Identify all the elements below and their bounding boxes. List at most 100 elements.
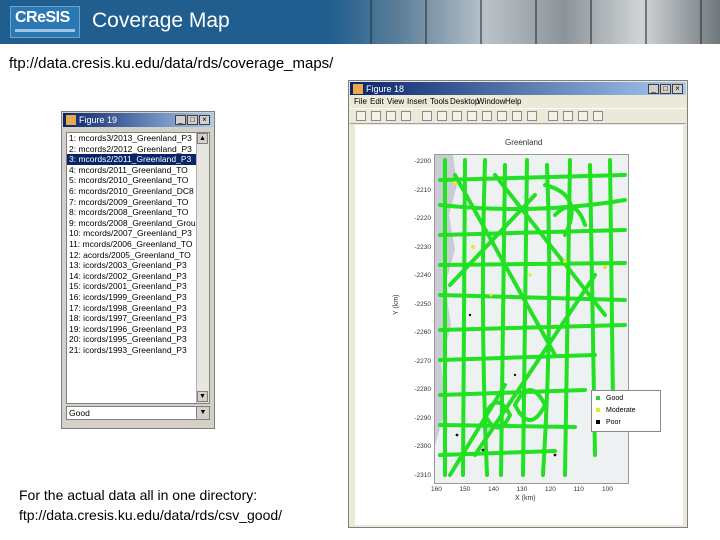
csv-good-url[interactable]: ftp://data.cresis.ku.edu/data/rds/csv_go…	[19, 505, 282, 525]
legend-entry: Moderate	[596, 405, 636, 417]
list-item[interactable]: 3: mcords2/2011_Greenland_P3	[67, 154, 197, 165]
legend-icon[interactable]	[563, 111, 573, 121]
close-button[interactable]: ×	[672, 84, 683, 94]
scroll-down-arrow-icon[interactable]: ▼	[197, 391, 208, 402]
plot-legend[interactable]: Good Moderate Poor	[591, 390, 661, 432]
rotate-icon[interactable]	[482, 111, 492, 121]
list-window-titlebar[interactable]: Figure 19 _ □ ×	[63, 113, 213, 127]
menu-help[interactable]: Help	[505, 96, 521, 107]
list-item[interactable]: 6: mcords/2010_Greenland_DC8	[67, 186, 197, 197]
slide-title: Coverage Map	[92, 9, 230, 32]
x-tick-label: 100	[602, 486, 613, 493]
legend-entry: Good	[596, 393, 623, 405]
list-window-title: Figure 19	[79, 115, 118, 125]
scroll-up-arrow-icon[interactable]: ▲	[197, 133, 208, 144]
list-window: Figure 19 _ □ × 1: mcords3/2013_Greenlan…	[61, 111, 215, 429]
legend-entry: Poor	[596, 417, 621, 429]
coverage-maps-url[interactable]: ftp://data.cresis.ku.edu/data/rds/covera…	[9, 55, 333, 72]
y-tick-label: -2300	[414, 443, 431, 450]
menu-bar: File Edit View Insert Tools Desktop Window Help	[350, 96, 686, 107]
maximize-button[interactable]: □	[187, 115, 198, 125]
zoom-in-icon[interactable]	[437, 111, 447, 121]
y-tick-label: -2290	[414, 414, 431, 422]
open-icon[interactable]	[371, 111, 381, 121]
menu-insert[interactable]: Insert	[407, 96, 427, 107]
list-item[interactable]: 11: mcords/2006_Greenland_TO	[67, 239, 197, 250]
quality-dropdown[interactable]: Good ▼	[66, 406, 210, 420]
zoom-out-icon[interactable]	[452, 111, 462, 121]
list-item[interactable]: 5: mcords/2010_Greenland_TO	[67, 175, 197, 186]
print-icon[interactable]	[401, 111, 411, 121]
menu-edit[interactable]: Edit	[370, 96, 384, 107]
list-item[interactable]: 19: icords/1996_Greenland_P3	[67, 324, 197, 335]
list-item[interactable]: 13: icords/2003_Greenland_P3	[67, 260, 197, 271]
y-tick-label: -2260	[414, 329, 431, 336]
footer-line-1: For the actual data all in one directory…	[19, 487, 258, 503]
brush-icon[interactable]	[512, 111, 522, 121]
save-icon[interactable]	[386, 111, 396, 121]
datacursor-icon[interactable]	[497, 111, 507, 121]
menu-desktop[interactable]: Desktop	[450, 96, 479, 107]
list-item[interactable]: 18: icords/1997_Greenland_P3	[67, 313, 197, 324]
pointer-icon[interactable]	[422, 111, 432, 121]
pan-icon[interactable]	[467, 111, 477, 121]
y-tick-label: -2200	[414, 158, 431, 165]
list-item[interactable]: 10: mcords/2007_Greenland_P3	[67, 228, 197, 239]
y-tick-label: -2210	[414, 186, 431, 194]
link-icon[interactable]	[527, 111, 537, 121]
y-tick-label: -2280	[414, 386, 431, 393]
menu-window[interactable]: Window	[477, 96, 505, 107]
legend-label: Poor	[606, 419, 621, 426]
minimize-button[interactable]: _	[648, 84, 659, 94]
show-tools-icon[interactable]	[593, 111, 603, 121]
list-item[interactable]: 4: mcords/2011_Greenland_TO	[67, 165, 197, 176]
season-listbox[interactable]: 1: mcords3/2013_Greenland_P3 2: mcords2/2…	[66, 132, 210, 404]
x-tick-label: 110	[573, 486, 584, 493]
logo-text: CReSIS	[15, 9, 70, 26]
legend-label: Moderate	[606, 407, 636, 414]
list-item[interactable]: 21: icords/1993_Greenland_P3	[67, 345, 197, 356]
quality-dropdown-value: Good	[69, 408, 90, 418]
list-item[interactable]: 17: icords/1998_Greenland_P3	[67, 303, 197, 314]
list-item[interactable]: 20: icords/1995_Greenland_P3	[67, 334, 197, 345]
close-button[interactable]: ×	[199, 115, 210, 125]
plot-title: Greenland	[505, 138, 543, 147]
list-item[interactable]: 9: mcords/2008_Greenland_Ground	[67, 218, 197, 229]
list-item[interactable]: 14: icords/2002_Greenland_P3	[67, 271, 197, 282]
plot-area: Greenland -2200 -2210 -2220 -2230 -2240 -2250…	[355, 125, 683, 525]
menu-view[interactable]: View	[387, 96, 404, 107]
list-item[interactable]: 16: icords/1999_Greenland_P3	[67, 292, 197, 303]
y-tick-label: -2230	[414, 243, 431, 251]
list-item[interactable]: 2: mcords2/2012_Greenland_P3	[67, 144, 197, 155]
list-item[interactable]: 7: mcords/2009_Greenland_TO	[67, 197, 197, 208]
menu-file[interactable]: File	[354, 96, 367, 107]
y-tick-label: -2310	[414, 471, 431, 479]
menu-tools[interactable]: Tools	[430, 96, 449, 107]
header-banner: CReSIS Coverage Map	[0, 0, 720, 44]
listbox-scrollbar[interactable]: ▲ ▼	[196, 133, 209, 403]
cresis-logo: CReSIS	[10, 6, 80, 38]
list-item[interactable]: 1: mcords3/2013_Greenland_P3	[67, 133, 197, 144]
figure-window-title: Figure 18	[366, 84, 405, 94]
legend-label: Good	[606, 395, 624, 402]
maximize-button[interactable]: □	[660, 84, 671, 94]
legend-marker-icon	[596, 408, 600, 413]
coverage-map[interactable]	[434, 154, 629, 484]
list-item[interactable]: 12: acords/2005_Greenland_TO	[67, 250, 197, 261]
legend-marker-icon	[596, 396, 600, 401]
y-axis-label: Y (km)	[393, 294, 400, 315]
figure-window-titlebar[interactable]: Figure 18 _ □ ×	[350, 82, 686, 95]
matlab-figure-icon	[353, 84, 363, 94]
minimize-button[interactable]: _	[175, 115, 186, 125]
chevron-down-icon[interactable]: ▼	[196, 407, 209, 419]
list-item[interactable]: 8: mcords/2008_Greenland_TO	[67, 207, 197, 218]
new-file-icon[interactable]	[356, 111, 366, 121]
y-tick-label: -2250	[414, 300, 431, 308]
list-item[interactable]: 15: icords/2001_Greenland_P3	[67, 281, 197, 292]
colorbar-icon[interactable]	[548, 111, 558, 121]
figure-toolbar	[350, 108, 686, 124]
hide-tools-icon[interactable]	[578, 111, 588, 121]
x-tick-label: 150	[459, 486, 471, 493]
x-tick-label: 160	[431, 486, 442, 493]
coverage-map-svg	[435, 155, 627, 477]
